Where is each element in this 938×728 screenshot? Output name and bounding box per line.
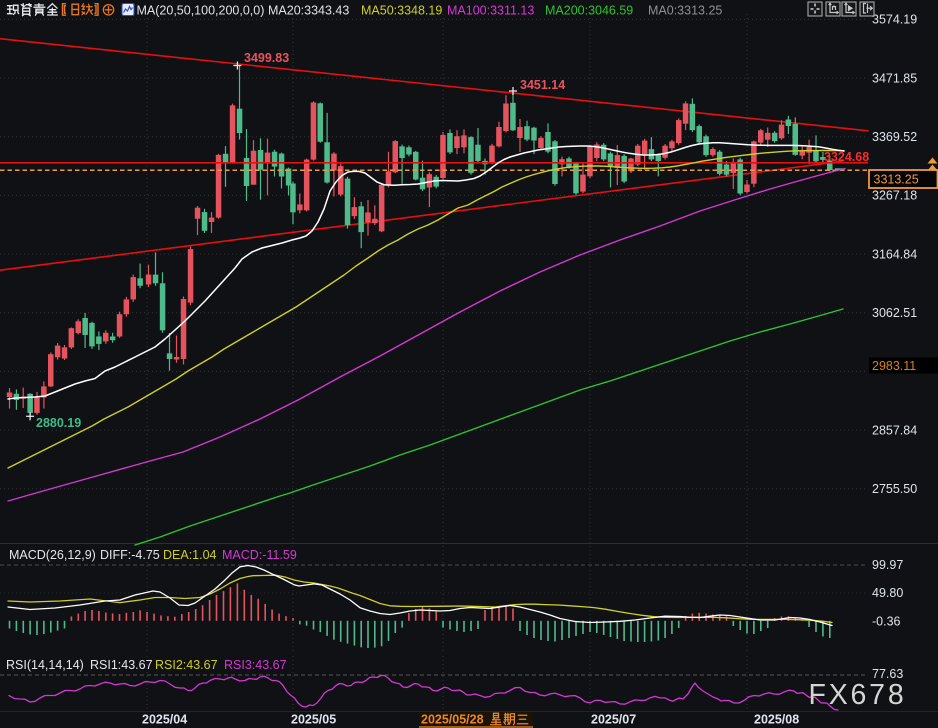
svg-text:3062.51: 3062.51 xyxy=(872,306,917,320)
svg-text:2025/08: 2025/08 xyxy=(754,713,799,727)
svg-text:RSI2:43.67: RSI2:43.67 xyxy=(155,658,218,672)
svg-text:RSI(14,14,14): RSI(14,14,14) xyxy=(6,658,84,672)
svg-text:MA100:3311.13: MA100:3311.13 xyxy=(447,3,534,17)
svg-text:2983.11: 2983.11 xyxy=(872,359,916,373)
svg-text:MA(20,50,100,200,0,0): MA(20,50,100,200,0,0) xyxy=(137,3,265,17)
svg-text:3499.83: 3499.83 xyxy=(244,51,289,65)
svg-text:3451.14: 3451.14 xyxy=(520,78,565,92)
svg-text:3164.84: 3164.84 xyxy=(872,247,917,261)
svg-text:MACD(26,12,9): MACD(26,12,9) xyxy=(9,548,96,562)
svg-text:FX678: FX678 xyxy=(809,679,907,711)
svg-text:RSI3:43.67: RSI3:43.67 xyxy=(224,658,287,672)
svg-text:-0.36: -0.36 xyxy=(872,615,901,629)
svg-text:DEA:1.04: DEA:1.04 xyxy=(163,548,217,562)
svg-text:3574.19: 3574.19 xyxy=(872,13,917,27)
svg-text:MACD:-11.59: MACD:-11.59 xyxy=(222,548,297,562)
svg-text:3369.52: 3369.52 xyxy=(872,130,917,144)
svg-text:99.97: 99.97 xyxy=(872,558,903,572)
svg-text:3313.25: 3313.25 xyxy=(874,172,919,186)
svg-text:MA200:3046.59: MA200:3046.59 xyxy=(545,3,633,17)
svg-text:2025/07: 2025/07 xyxy=(591,713,636,727)
svg-text:2857.84: 2857.84 xyxy=(872,423,917,437)
svg-text:DIFF:-4.75: DIFF:-4.75 xyxy=(100,548,160,562)
svg-text:MA0:3313.25: MA0:3313.25 xyxy=(648,3,722,17)
svg-text:3324.68: 3324.68 xyxy=(824,150,869,164)
svg-text:3471.85: 3471.85 xyxy=(872,71,917,85)
svg-text:2880.19: 2880.19 xyxy=(36,416,81,430)
svg-text:MA50:3348.19: MA50:3348.19 xyxy=(361,3,442,17)
svg-text:2025/04: 2025/04 xyxy=(142,713,187,727)
svg-text:RSI1:43.67: RSI1:43.67 xyxy=(90,658,153,672)
svg-text:MA20:3343.43: MA20:3343.43 xyxy=(268,3,349,17)
svg-text:2025/05: 2025/05 xyxy=(291,713,336,727)
svg-text:3267.18: 3267.18 xyxy=(872,189,917,203)
svg-text:2025/05/28: 2025/05/28 xyxy=(421,713,484,727)
svg-text:2755.50: 2755.50 xyxy=(872,482,917,496)
svg-text:49.80: 49.80 xyxy=(872,586,903,600)
